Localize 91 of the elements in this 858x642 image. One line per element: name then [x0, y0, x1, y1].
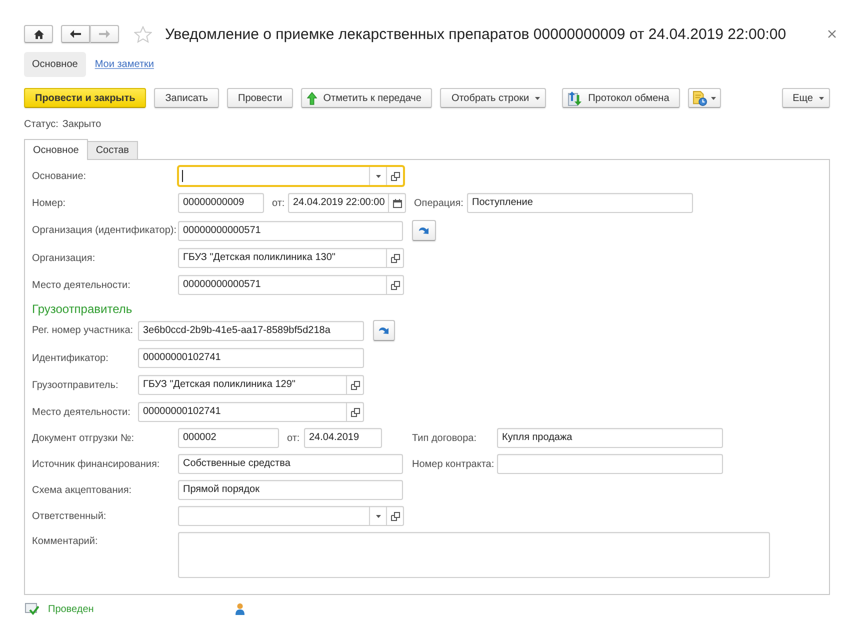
field-label: Основание:	[32, 170, 88, 182]
text-field[interactable]: 00000000009	[178, 193, 264, 213]
field-label: Схема акцептования:	[32, 484, 133, 496]
toolbar-button[interactable]: Отметить к передаче	[301, 88, 432, 108]
field-label: Источник финансирования:	[32, 458, 161, 470]
text-field[interactable]: 00000000000571	[178, 220, 403, 240]
icon-menu-button[interactable]	[688, 88, 722, 108]
open-button[interactable]	[386, 276, 403, 294]
window-title: Уведомление о приемке лекарственных препаратов 00000000009 от 24.04.2019 22:00:00	[165, 26, 786, 42]
field-label: Тип договора:	[412, 432, 478, 444]
field-label: Номер контракта:	[412, 458, 496, 470]
group-heading: Грузоотправитель	[32, 302, 132, 317]
left-arrow-icon	[70, 30, 81, 38]
caret-icon	[819, 96, 824, 100]
field-label: Рег. номер участника:	[32, 325, 134, 336]
reference-field[interactable]: 00000000102741	[138, 402, 364, 422]
field-label: Организация (идентификатор):	[32, 225, 178, 236]
user-icon	[235, 603, 245, 615]
open-window-icon	[350, 408, 360, 416]
back-button[interactable]	[61, 25, 90, 43]
field-label: от:	[272, 198, 286, 208]
go-button[interactable]	[373, 320, 395, 341]
field-label: Место деятельности:	[32, 406, 132, 418]
calendar-icon	[392, 198, 402, 208]
caret-icon	[376, 174, 380, 178]
exchange-arrows-icon	[568, 90, 582, 106]
open-window-icon	[390, 512, 400, 520]
text-field[interactable]: Поступление	[467, 193, 693, 213]
open-button[interactable]	[386, 167, 403, 185]
section-link[interactable]: Мои заметки	[94, 58, 154, 72]
open-window-icon	[350, 380, 360, 390]
open-button[interactable]	[346, 403, 363, 421]
document-clock-icon	[693, 90, 708, 106]
field-label: Ответственный:	[32, 510, 108, 522]
primary-button[interactable]: Провести и закрыть	[24, 88, 146, 108]
field-label: Операция:	[414, 198, 464, 208]
toolbar-button[interactable]: Протокол обмена	[562, 88, 680, 108]
go-button[interactable]	[412, 220, 436, 241]
open-button[interactable]	[386, 507, 403, 525]
field-label: Место деятельности:	[32, 280, 132, 290]
open-window-icon	[390, 254, 400, 262]
field-label: Номер:	[32, 198, 67, 208]
open-window-icon	[390, 172, 400, 180]
close-icon[interactable]	[828, 30, 836, 38]
text-field[interactable]: Прямой порядок	[178, 480, 403, 500]
text-field[interactable]	[497, 454, 723, 474]
status-value: Закрыто	[62, 118, 102, 130]
reference-field[interactable]: ГБУЗ "Детская поликлиника 129"	[138, 375, 364, 395]
field-label: Идентификатор:	[32, 352, 110, 364]
field-label: от:	[287, 432, 301, 444]
form-tab[interactable]: Основное	[24, 139, 88, 160]
text-field[interactable]: Собственные средства	[178, 454, 403, 474]
status-label: Статус:	[24, 118, 58, 130]
text-field[interactable]: Купля продажа	[497, 428, 723, 448]
field-label: Организация:	[32, 252, 96, 264]
text-field[interactable]: 000002	[178, 428, 279, 448]
up-arrow-icon	[307, 92, 318, 104]
toolbar-button[interactable]: Записать	[154, 88, 219, 108]
document-check-icon	[25, 603, 39, 615]
caret-icon	[535, 96, 540, 100]
open-window-icon	[390, 280, 400, 290]
caret-icon	[711, 96, 716, 100]
open-button[interactable]	[346, 376, 363, 394]
home-button[interactable]	[24, 25, 53, 43]
form-tab[interactable]: Состав	[88, 141, 138, 159]
text-cursor-icon	[182, 170, 183, 182]
field-label: Грузоотправитель:	[32, 380, 120, 390]
curved-arrow-icon	[418, 226, 430, 236]
select-field[interactable]	[178, 506, 404, 526]
reference-field[interactable]: ГБУЗ "Детская поликлиника 130"	[178, 248, 404, 268]
menu-button[interactable]: Отобрать строки	[440, 88, 546, 108]
calendar-button[interactable]	[388, 194, 405, 212]
caret-icon	[376, 514, 380, 518]
open-button[interactable]	[386, 249, 403, 267]
date-field[interactable]: 24.04.2019	[304, 428, 382, 448]
right-arrow-icon	[99, 30, 110, 38]
document-status: Проведен	[48, 604, 94, 614]
menu-button[interactable]: Еще	[782, 88, 830, 108]
field-label: Документ отгрузки №:	[32, 432, 135, 444]
reference-field[interactable]: 00000000000571	[178, 275, 404, 295]
select-field[interactable]	[178, 166, 404, 186]
text-field[interactable]: 3e6b0ccd-2b9b-41e5-aa17-8589bf5d218a	[138, 320, 364, 340]
toolbar-button[interactable]: Провести	[227, 88, 294, 108]
date-time-field[interactable]: 24.04.2019 22:00:00	[288, 193, 406, 213]
comment-field[interactable]	[178, 532, 770, 578]
curved-arrow-icon	[378, 326, 390, 336]
text-field[interactable]: 00000000102741	[138, 348, 364, 368]
section-tab[interactable]: Основное	[24, 52, 86, 77]
star-icon[interactable]	[134, 26, 152, 42]
field-label: Комментарий:	[32, 535, 99, 547]
home-icon	[34, 30, 44, 38]
